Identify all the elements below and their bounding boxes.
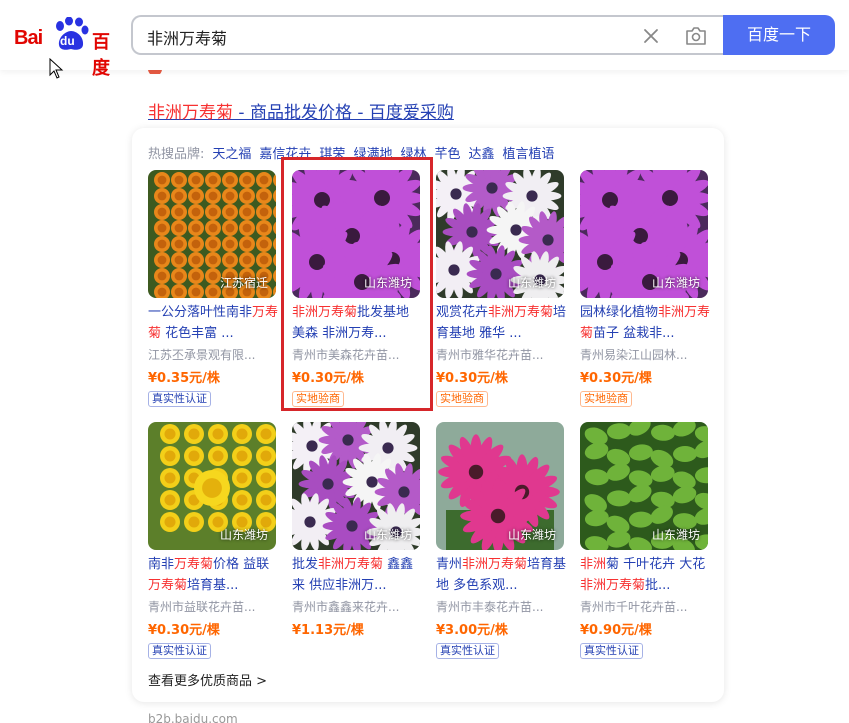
product-price: ¥3.00元/株 — [436, 623, 508, 638]
product-location: 山东潍坊 — [363, 528, 412, 542]
mouse-cursor-icon — [49, 58, 64, 79]
logo-text: Bai — [14, 27, 43, 49]
product-item[interactable]: 山东潍坊青州非洲万寿菊培育基地 多色系观... 青州市丰泰花卉苗... ¥3.00元… — [436, 422, 568, 662]
product-item[interactable]: 山东潍坊园林绿化植物非洲万寿菊苗子 盆栽非... 青州易染江山园林... ¥0.30… — [580, 170, 712, 410]
product-shop[interactable]: 青州市益联花卉苗... — [148, 598, 280, 615]
product-item[interactable]: 江苏宿迁一公分落叶性南非万寿菊 花色丰富 ... 江苏丕承景观有限... ¥0.35… — [148, 170, 280, 410]
product-title-link[interactable]: 南非万寿菊价格 益联 万寿菊培育基... — [148, 554, 282, 596]
product-tag: 实地验商 — [436, 391, 488, 407]
search-box[interactable]: 非洲万寿菊 — [131, 15, 725, 55]
product-shop[interactable]: 青州易染江山园林... — [580, 346, 712, 363]
logo-du: du — [60, 34, 75, 48]
camera-icon[interactable] — [684, 25, 708, 47]
product-location: 江苏宿迁 — [219, 276, 268, 290]
product-location: 山东潍坊 — [651, 528, 700, 542]
product-title-link[interactable]: 非洲菊 千叶花卉 大花非洲万寿菊批... — [580, 554, 714, 596]
product-item[interactable]: 山东潍坊南非万寿菊价格 益联 万寿菊培育基... 青州市益联花卉苗... ¥0.30… — [148, 422, 280, 662]
search-button[interactable]: 百度一下 — [723, 15, 835, 55]
product-price: ¥1.13元/棵 — [292, 623, 364, 638]
result-source: b2b.baidu.com — [148, 712, 238, 723]
product-image[interactable]: 山东潍坊 — [580, 422, 708, 550]
clear-icon[interactable] — [641, 26, 661, 46]
product-title-link[interactable]: 青州非洲万寿菊培育基地 多色系观... — [436, 554, 570, 596]
product-item[interactable]: 山东潍坊观赏花卉非洲万寿菊培育基地 雅华 ... 青州市雅华花卉苗... ¥0.30… — [436, 170, 568, 410]
product-location: 山东潍坊 — [219, 528, 268, 542]
logo-cn: 百度 — [92, 32, 110, 79]
hot-brands-label: 热搜品牌: — [148, 147, 205, 162]
brand-link[interactable]: 达鑫 — [468, 147, 494, 162]
product-tag: 实地验商 — [580, 391, 632, 407]
product-title-link[interactable]: 一公分落叶性南非万寿菊 花色丰富 ... — [148, 302, 282, 344]
product-image[interactable]: 山东潍坊 — [148, 422, 276, 550]
more-products-link[interactable]: 查看更多优质商品 > — [148, 670, 267, 689]
product-image[interactable]: 山东潍坊 — [436, 170, 564, 298]
result-title-link[interactable]: 非洲万寿菊 - 商品批发价格 - 百度爱采购 — [148, 98, 454, 123]
product-location: 山东潍坊 — [651, 276, 700, 290]
product-title-link[interactable]: 园林绿化植物非洲万寿菊苗子 盆栽非... — [580, 302, 714, 344]
product-image[interactable]: 山东潍坊 — [436, 422, 564, 550]
product-shop[interactable]: 青州市丰泰花卉苗... — [436, 598, 568, 615]
product-location: 山东潍坊 — [507, 528, 556, 542]
product-price: ¥0.90元/棵 — [580, 623, 652, 638]
selection-highlight — [281, 157, 433, 411]
product-shop[interactable]: 青州市千叶花卉苗... — [580, 598, 712, 615]
top-bar: Bai du 百度 非洲万寿菊 百度一下 — [0, 0, 849, 79]
product-tag: 真实性认证 — [580, 643, 643, 659]
product-image[interactable]: 山东潍坊 — [580, 170, 708, 298]
product-item[interactable]: 山东潍坊批发非洲万寿菊 鑫鑫来 供应非洲万... 青州市鑫鑫来花卉... ¥1.13… — [292, 422, 424, 662]
product-tag: 真实性认证 — [148, 643, 211, 659]
product-shop[interactable]: 青州市鑫鑫来花卉... — [292, 598, 424, 615]
baidu-logo[interactable]: Bai du 百度 — [14, 17, 118, 79]
product-price: ¥0.35元/株 — [148, 371, 220, 386]
product-tag: 真实性认证 — [436, 643, 499, 659]
brand-link[interactable]: 天之福 — [212, 147, 251, 162]
search-input[interactable]: 非洲万寿菊 — [147, 25, 227, 49]
product-location: 山东潍坊 — [507, 276, 556, 290]
product-image[interactable]: 江苏宿迁 — [148, 170, 276, 298]
brand-link[interactable]: 植言植语 — [503, 147, 555, 162]
product-title-link[interactable]: 批发非洲万寿菊 鑫鑫来 供应非洲万... — [292, 554, 426, 596]
product-shop[interactable]: 青州市雅华花卉苗... — [436, 346, 568, 363]
product-tag: 真实性认证 — [148, 391, 211, 407]
product-title-link[interactable]: 观赏花卉非洲万寿菊培育基地 雅华 ... — [436, 302, 570, 344]
product-price: ¥0.30元/棵 — [148, 623, 220, 638]
product-item[interactable]: 山东潍坊非洲菊 千叶花卉 大花非洲万寿菊批... 青州市千叶花卉苗... ¥0.90… — [580, 422, 712, 662]
brand-link[interactable]: 芊色 — [434, 147, 460, 162]
product-price: ¥0.30元/棵 — [580, 371, 652, 386]
product-shop[interactable]: 江苏丕承景观有限... — [148, 346, 280, 363]
product-price: ¥0.30元/株 — [436, 371, 508, 386]
product-image[interactable]: 山东潍坊 — [292, 422, 420, 550]
